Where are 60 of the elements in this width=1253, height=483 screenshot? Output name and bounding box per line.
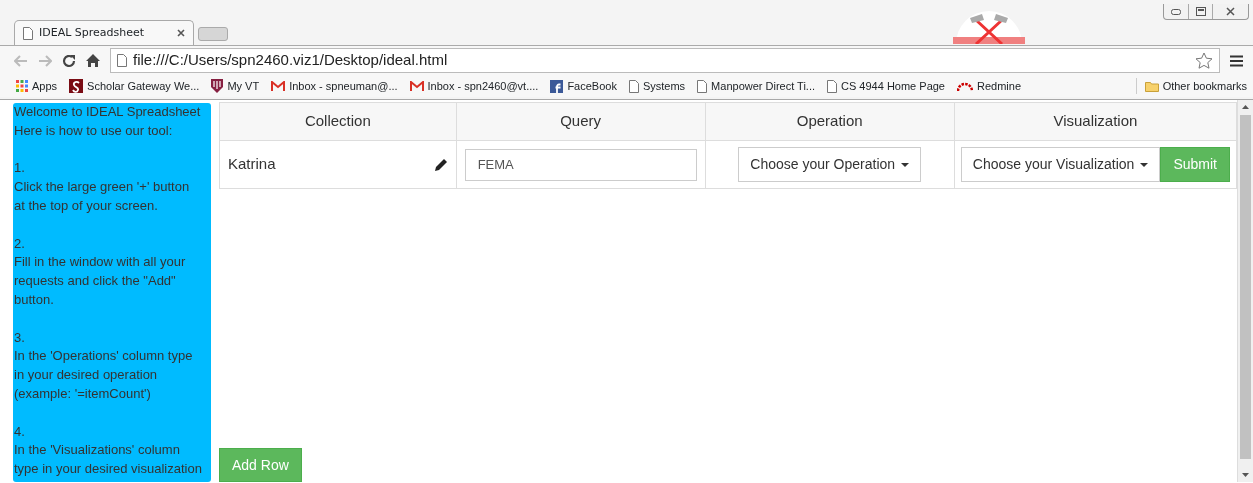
scholar-logo-icon [69,79,84,93]
bookmark-folder[interactable]: Other bookmarks [1135,77,1247,95]
reload-icon[interactable] [62,53,76,68]
page-icon [628,79,639,93]
step-text: In the 'Operations' column type in your desired operation (example: '=itemCount') [14,347,194,403]
step-number: 1. [14,159,26,178]
facebook-icon [550,79,564,93]
bookmark[interactable]: Inbox - spneuman@... [271,77,398,95]
intro-text: Welcome to IDEAL Spreadsheet [14,103,202,121]
minimize-icon [1171,8,1181,15]
column-header: Visualization [954,102,1237,141]
column-header: Query [456,102,706,141]
bookmark[interactable]: Manpower Direct Ti... [697,77,816,95]
mail-icon [271,80,286,92]
operation-dropdown[interactable]: Choose your Operation [738,147,922,182]
bookmark[interactable]: Apps [16,77,58,95]
collection-name: Katrina [228,154,276,175]
tab-title: IDEAL Spreadsheet [39,24,146,41]
step-text: Click the large green '+' button at the top of your screen. [14,178,191,215]
step-number: 2. [14,234,26,253]
intro-text: Here is how to use our tool: [14,121,174,140]
menu-icon[interactable] [1230,54,1243,67]
bookmark[interactable]: FaceBook [550,77,617,95]
step-number: 4. [14,422,26,441]
page-icon [827,79,838,93]
bookmark[interactable]: Inbox - spn2460@vt.... [409,77,539,95]
bookmark[interactable]: My VT [211,77,260,95]
bookmark[interactable]: Systems [628,77,686,95]
close-icon[interactable] [177,29,185,37]
visualization-dropdown[interactable]: Choose your Visualization [960,147,1161,182]
folder-icon [1144,80,1159,92]
caret-icon [901,162,910,167]
scrollbar[interactable] [1237,100,1253,482]
caret-icon [1140,162,1149,167]
scroll-down-icon[interactable] [1242,473,1249,478]
bookmark[interactable]: CS 4944 Home Page [827,77,945,95]
mail-icon [409,80,424,92]
home-icon[interactable] [86,54,100,67]
star-icon[interactable] [1195,52,1213,69]
step-number: 3. [14,328,26,347]
apps-icon [16,80,28,92]
edit-icon[interactable] [433,157,448,172]
close-icon [1226,7,1235,16]
browser-tab[interactable]: IDEAL Spreadsheet [14,20,194,45]
url-text: file:///C:/Users/spn2460.viz1/Desktop/ideal.html [133,50,449,71]
step-text: Fill in the window with all your requests and click the "Add" button. [14,253,187,309]
page-icon [697,79,708,93]
column-header: Operation [705,102,955,141]
query-field[interactable]: FEMA [464,148,697,181]
redmine-icon [957,81,973,91]
bookmark[interactable]: Scholar Gateway We... [69,77,200,95]
page-icon [23,26,33,40]
column-header: Collection [219,102,457,141]
address-bar[interactable]: file:///C:/Users/spn2460.viz1/Desktop/ideal.html [110,48,1220,73]
step-text: In the 'Visualizations' column type in your desired visualization [14,441,203,479]
scroll-up-icon[interactable] [1242,104,1249,109]
bookmark[interactable]: Redmine [957,77,1021,95]
page-icon [117,54,127,67]
maximize-icon [1195,7,1206,16]
shield-icon [211,79,224,93]
